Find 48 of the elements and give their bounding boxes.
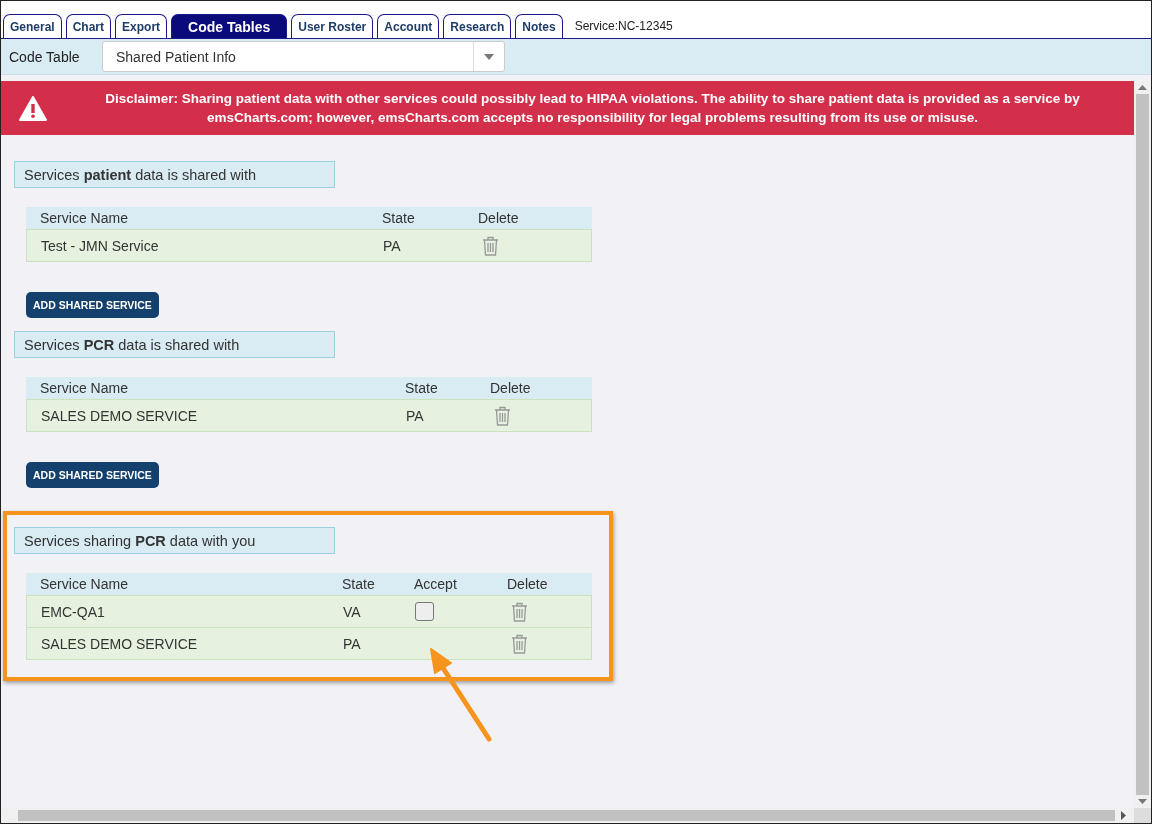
- section-heading: Services sharing PCR data with you: [14, 527, 335, 554]
- horizontal-scrollbar[interactable]: [1, 808, 1151, 823]
- column-header: State: [381, 210, 416, 226]
- table-cell-text: SALES DEMO SERVICE: [40, 407, 199, 424]
- table-cell-text: PA: [342, 635, 362, 652]
- trash-icon[interactable]: [482, 235, 499, 256]
- tab[interactable]: Chart: [65, 14, 112, 38]
- column-header: Service Name: [39, 380, 129, 396]
- warning-icon: [19, 95, 47, 121]
- tab[interactable]: Research: [443, 14, 512, 38]
- scroll-right-icon[interactable]: [1121, 811, 1126, 820]
- trash-icon[interactable]: [511, 601, 528, 622]
- table-cell-text: VA: [342, 603, 362, 620]
- tab[interactable]: Code Tables: [171, 14, 288, 38]
- tab[interactable]: Notes: [515, 14, 563, 38]
- tab[interactable]: Export: [115, 14, 168, 38]
- scroll-down-icon[interactable]: [1138, 799, 1147, 804]
- add-shared-service-button[interactable]: ADD SHARED SERVICE: [26, 292, 159, 318]
- column-header: State: [404, 380, 439, 396]
- section-heading: Services PCR data is shared with: [14, 331, 335, 358]
- section-heading: Services patient data is shared with: [14, 161, 335, 188]
- trash-icon[interactable]: [511, 633, 528, 654]
- column-header: Accept: [413, 576, 458, 592]
- scrollbar-corner: [1134, 808, 1151, 823]
- table-cell-text: PA: [382, 237, 402, 254]
- table-cell-text: SALES DEMO SERVICE: [40, 635, 199, 652]
- code-table-label: Code Table: [9, 48, 81, 65]
- column-header: Delete: [506, 576, 549, 592]
- column-header: Service Name: [39, 210, 129, 226]
- trash-icon[interactable]: [494, 405, 511, 426]
- disclaimer-text: Disclaimer: Sharing patient data with other services could possibly lead to HIPAA violations. The ability to share patient data is provided as a service by emsCharts.com; however, emsCharts.com accepts no responsibility for legal problems resulting from its use or misuse.: [104, 90, 1081, 127]
- column-header: State: [341, 576, 376, 592]
- caret-icon: [484, 53, 494, 60]
- table-cell-text: PA: [405, 407, 425, 424]
- column-header: Delete: [477, 210, 520, 226]
- scroll-up-icon[interactable]: [1138, 85, 1147, 90]
- table-cell-text: Test - JMN Service: [40, 237, 160, 254]
- service-id: Service:NC-12345: [574, 19, 673, 33]
- tab[interactable]: Account: [377, 14, 440, 38]
- table-cell-text: EMC-QA1: [40, 603, 106, 620]
- column-header: Delete: [489, 380, 532, 396]
- column-header: Service Name: [39, 576, 129, 592]
- add-shared-service-button[interactable]: ADD SHARED SERVICE: [26, 462, 159, 488]
- vertical-scrollbar[interactable]: [1134, 81, 1151, 808]
- tab[interactable]: User Roster: [291, 14, 374, 38]
- code-table-dropdown[interactable]: Shared Patient Info: [102, 41, 505, 72]
- accept-checkbox[interactable]: [415, 602, 434, 621]
- tab[interactable]: General: [3, 14, 62, 38]
